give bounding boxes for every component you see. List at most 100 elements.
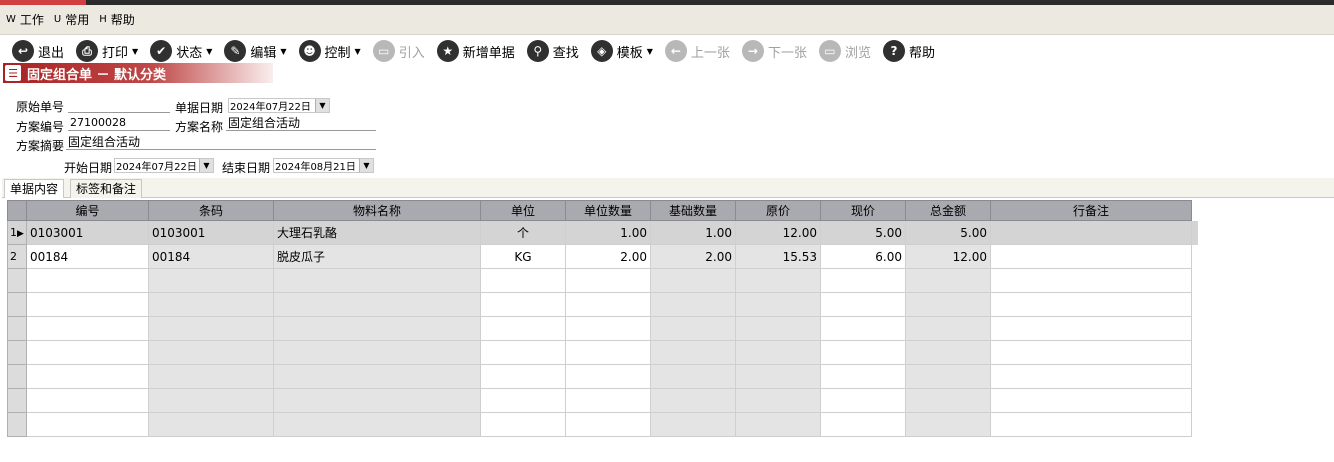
table-cell[interactable] — [480, 364, 566, 389]
toolbar-button-0[interactable]: ↩ 退出 — [12, 38, 64, 64]
table-row[interactable] — [7, 388, 1199, 413]
table-cell[interactable] — [273, 316, 481, 341]
dropdown-arrow-icon[interactable]: ▼ — [206, 47, 212, 56]
table-cell[interactable]: 1.00 — [650, 220, 736, 245]
chevron-down-icon[interactable]: ▼ — [359, 159, 373, 172]
menu-item-2[interactable]: H 帮助 — [99, 11, 135, 28]
toolbar-button-11[interactable]: ▭ 浏览 — [818, 38, 871, 64]
row-header[interactable] — [7, 340, 27, 365]
table-cell[interactable] — [480, 268, 566, 293]
table-cell[interactable]: 00184 — [148, 244, 274, 269]
table-row[interactable] — [7, 268, 1199, 293]
column-header[interactable]: 现价 — [820, 200, 906, 221]
table-cell[interactable]: 5.00 — [820, 220, 906, 245]
table-cell[interactable] — [565, 340, 651, 365]
table-cell[interactable] — [480, 292, 566, 317]
table-cell[interactable] — [820, 340, 906, 365]
table-cell[interactable] — [565, 364, 651, 389]
column-header[interactable]: 单位数量 — [565, 200, 651, 221]
table-cell[interactable] — [26, 268, 149, 293]
table-cell[interactable]: 5.00 — [905, 220, 991, 245]
toolbar-button-6[interactable]: ★ 新增单据 — [436, 38, 515, 64]
table-cell[interactable] — [565, 268, 651, 293]
chevron-down-icon[interactable]: ▼ — [199, 159, 213, 172]
table-cell[interactable] — [990, 412, 1192, 437]
table-cell[interactable] — [273, 268, 481, 293]
table-row[interactable] — [7, 364, 1199, 389]
table-cell[interactable]: 大理石乳酪 — [273, 220, 481, 245]
table-cell[interactable]: 个 — [480, 220, 566, 245]
table-cell[interactable] — [26, 364, 149, 389]
row-header[interactable] — [7, 292, 27, 317]
table-cell[interactable]: KG — [480, 244, 566, 269]
toolbar-button-1[interactable]: ⎙ 打印 ▼ — [76, 38, 138, 64]
table-cell[interactable] — [26, 388, 149, 413]
table-cell[interactable]: 脱皮瓜子 — [273, 244, 481, 269]
table-cell[interactable]: 12.00 — [905, 244, 991, 269]
table-cell[interactable] — [820, 292, 906, 317]
table-cell[interactable] — [26, 316, 149, 341]
table-row[interactable]: 1▶ 0103001 0103001 大理石乳酪个 1.00 1.00 12.00 5.00 5… — [7, 220, 1199, 245]
row-header[interactable] — [7, 364, 27, 389]
row-header[interactable] — [7, 268, 27, 293]
table-cell[interactable] — [565, 292, 651, 317]
table-cell[interactable] — [273, 340, 481, 365]
doc-date-picker[interactable]: 2024年07月22日 ▼ — [228, 98, 330, 113]
plan-name-field[interactable]: 固定组合活动 — [226, 116, 376, 131]
table-cell[interactable]: 6.00 — [820, 244, 906, 269]
table-cell[interactable] — [565, 316, 651, 341]
row-header[interactable] — [7, 316, 27, 341]
table-cell[interactable] — [905, 364, 991, 389]
toolbar-button-10[interactable]: → 下一张 — [741, 38, 807, 64]
column-header[interactable]: 单位 — [480, 200, 566, 221]
table-cell[interactable] — [905, 268, 991, 293]
table-cell[interactable] — [148, 364, 274, 389]
table-cell[interactable] — [650, 316, 736, 341]
table-cell[interactable] — [650, 292, 736, 317]
column-header[interactable]: 物料名称 — [273, 200, 481, 221]
row-header[interactable]: 2 — [7, 244, 27, 269]
table-cell[interactable] — [990, 220, 1192, 245]
table-cell[interactable] — [480, 388, 566, 413]
toolbar-button-3[interactable]: ✎ 编辑 ▼ — [224, 38, 287, 64]
table-cell[interactable] — [735, 292, 821, 317]
table-cell[interactable] — [148, 292, 274, 317]
table-cell[interactable] — [905, 340, 991, 365]
plan-no-field[interactable]: 27100028 — [68, 116, 170, 131]
table-cell[interactable]: 0103001 — [26, 220, 149, 245]
table-row[interactable] — [7, 412, 1199, 437]
table-cell[interactable]: 0103001 — [148, 220, 274, 245]
table-cell[interactable] — [990, 364, 1192, 389]
table-cell[interactable] — [820, 388, 906, 413]
table-cell[interactable] — [565, 388, 651, 413]
dropdown-arrow-icon[interactable]: ▼ — [280, 47, 286, 56]
table-cell[interactable] — [273, 388, 481, 413]
table-cell[interactable] — [148, 340, 274, 365]
table-cell[interactable] — [650, 268, 736, 293]
table-row[interactable] — [7, 292, 1199, 317]
dropdown-arrow-icon[interactable]: ▼ — [647, 47, 653, 56]
row-header[interactable] — [7, 388, 27, 413]
table-cell[interactable] — [990, 388, 1192, 413]
table-cell[interactable] — [735, 388, 821, 413]
table-cell[interactable] — [820, 268, 906, 293]
table-cell[interactable] — [480, 412, 566, 437]
start-date-picker[interactable]: 2024年07月22日 ▼ — [114, 158, 214, 173]
table-cell[interactable] — [650, 364, 736, 389]
table-cell[interactable] — [26, 340, 149, 365]
table-cell[interactable] — [990, 292, 1192, 317]
table-cell[interactable] — [735, 316, 821, 341]
table-cell[interactable] — [273, 412, 481, 437]
table-cell[interactable]: 2.00 — [565, 244, 651, 269]
table-cell[interactable]: 00184 — [26, 244, 149, 269]
table-cell[interactable] — [905, 412, 991, 437]
toolbar-button-7[interactable]: ⚲ 查找 — [526, 38, 579, 64]
row-header[interactable] — [7, 412, 27, 437]
column-header[interactable]: 总金额 — [905, 200, 991, 221]
column-header[interactable]: 编号 — [26, 200, 149, 221]
table-cell[interactable] — [905, 292, 991, 317]
table-cell[interactable] — [990, 316, 1192, 341]
table-cell[interactable] — [26, 292, 149, 317]
table-cell[interactable] — [26, 412, 149, 437]
table-cell[interactable] — [905, 388, 991, 413]
